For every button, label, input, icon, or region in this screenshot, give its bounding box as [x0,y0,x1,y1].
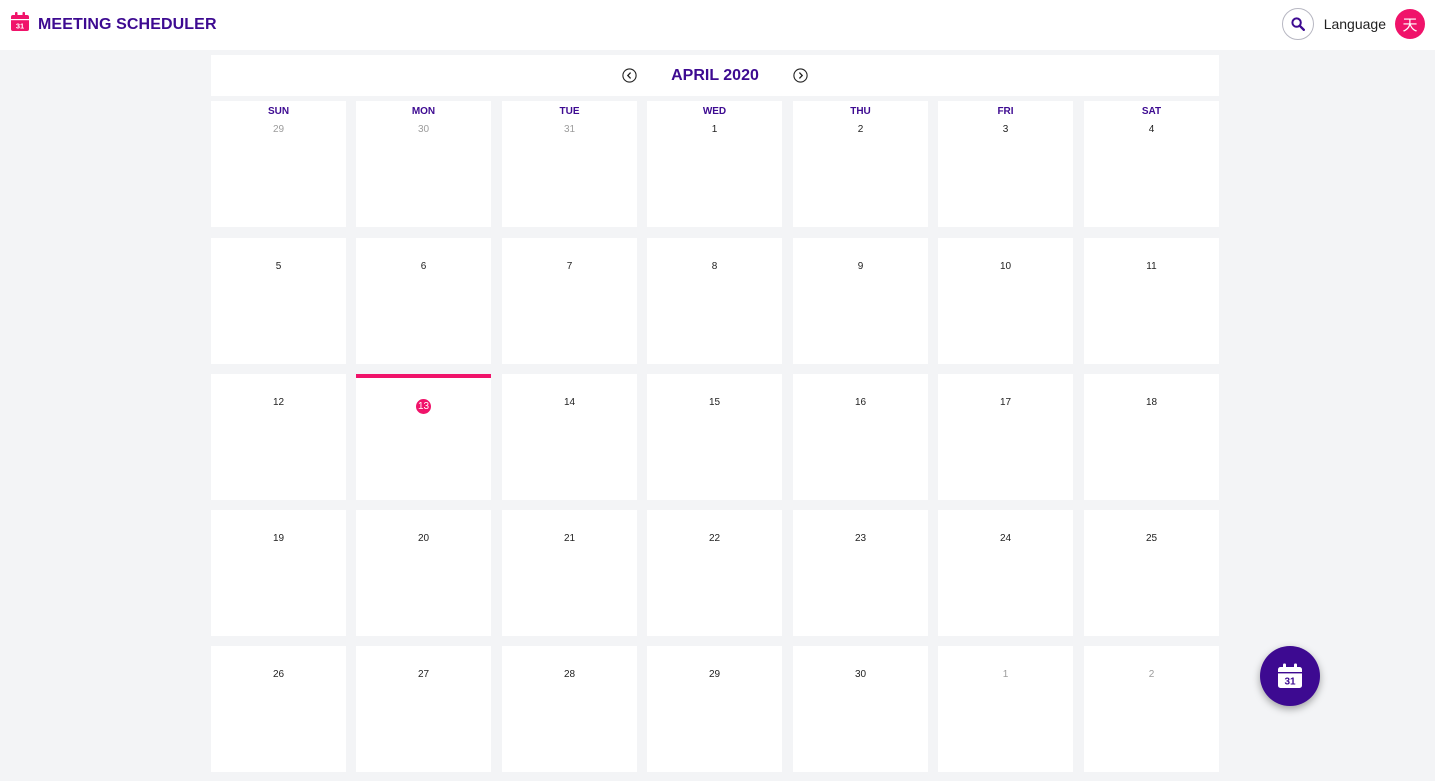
language-label: Language [1323,16,1386,32]
day-number: 17 [999,397,1012,408]
day-cell[interactable]: 15 [647,374,782,500]
day-number: 29 [708,669,721,680]
search-icon [1291,17,1305,31]
day-number: 23 [854,533,867,544]
day-cell[interactable]: 17 [938,374,1073,500]
weekday-header: WED [702,106,727,117]
day-number: 2 [857,124,864,135]
day-cell[interactable]: 6 [356,238,491,364]
previous-month-button[interactable] [622,68,637,83]
day-cell[interactable]: 23 [793,510,928,636]
day-number: 27 [417,669,430,680]
day-number: 15 [708,397,721,408]
day-number-outside-month: 30 [417,124,430,135]
day-cell[interactable]: 8 [647,238,782,364]
day-cell[interactable]: 26 [211,646,346,772]
day-number: 25 [1145,533,1158,544]
day-number: 19 [272,533,285,544]
language-button[interactable]: 天 [1395,9,1425,39]
day-number-outside-month: 2 [1148,669,1155,680]
day-number: 3 [1002,124,1009,135]
day-number: 24 [999,533,1012,544]
day-number: 26 [272,669,285,680]
weekday-header: TUE [559,106,580,117]
day-cell[interactable]: 11 [1084,238,1219,364]
next-month-button[interactable] [793,68,808,83]
search-button[interactable] [1281,8,1314,40]
brand[interactable]: 31 MEETING SCHEDULER [10,12,217,35]
day-cell[interactable]: 30 [793,646,928,772]
day-cell[interactable]: 7 [502,238,637,364]
language-glyph: 天 [1402,15,1418,34]
day-cell[interactable]: 14 [502,374,637,500]
day-cell[interactable]: 22 [647,510,782,636]
day-cell[interactable]: 1 [938,646,1073,772]
day-cell[interactable]: 28 [502,646,637,772]
weekday-header: THU [850,106,871,117]
month-title: APRIL 2020 [671,67,759,84]
day-cell[interactable]: FRI 3 [938,101,1073,227]
day-cell[interactable]: 25 [1084,510,1219,636]
day-number: 5 [275,261,282,272]
day-number: 12 [272,397,285,408]
day-number: 11 [1146,261,1157,272]
day-cell[interactable]: 18 [1084,374,1219,500]
day-cell[interactable]: 2 [1084,646,1219,772]
app-title: MEETING SCHEDULER [38,16,217,33]
brand-icon-day: 31 [16,22,24,31]
day-cell-today[interactable]: 13 [356,374,491,500]
today-badge: 13 [416,399,431,414]
day-number: 30 [854,669,867,680]
day-cell[interactable]: SUN 29 [211,101,346,227]
weekday-header: MON [411,106,436,117]
day-number: 20 [417,533,430,544]
day-number: 9 [857,261,864,272]
day-number: 1 [711,124,718,135]
day-number: 18 [1145,397,1158,408]
day-cell[interactable]: 5 [211,238,346,364]
weekday-header: FRI [997,106,1014,117]
day-cell[interactable]: 10 [938,238,1073,364]
day-number: 4 [1148,124,1155,135]
day-number-outside-month: 31 [563,124,576,135]
day-number: 6 [420,261,427,272]
day-cell[interactable]: 21 [502,510,637,636]
day-number: 16 [854,397,867,408]
day-number: 8 [711,261,718,272]
day-cell[interactable]: TUE 31 [502,101,637,227]
day-cell[interactable]: THU 2 [793,101,928,227]
day-cell[interactable]: SAT 4 [1084,101,1219,227]
day-cell[interactable]: 16 [793,374,928,500]
day-cell[interactable]: 19 [211,510,346,636]
day-cell[interactable]: 24 [938,510,1073,636]
day-number-outside-month: 1 [1002,669,1009,680]
day-number: 22 [708,533,721,544]
day-cell[interactable]: 20 [356,510,491,636]
calendar-add-icon: 31 [1278,663,1302,688]
top-right-controls: Language 天 [1281,8,1425,40]
day-number: 14 [563,397,576,408]
month-navigation: APRIL 2020 [211,55,1219,96]
day-number: 7 [566,261,573,272]
day-cell[interactable]: 12 [211,374,346,500]
day-cell[interactable]: 29 [647,646,782,772]
day-number-outside-month: 29 [272,124,285,135]
day-number: 28 [563,669,576,680]
day-cell[interactable]: 9 [793,238,928,364]
calendar-icon: 31 [11,12,29,31]
new-meeting-button[interactable]: 31 [1260,646,1320,706]
day-cell[interactable]: 27 [356,646,491,772]
fab-icon-day: 31 [1284,677,1296,688]
weekday-header: SAT [1141,106,1162,117]
day-number: 21 [563,533,576,544]
day-number: 10 [999,261,1012,272]
weekday-header: SUN [267,106,290,117]
day-cell[interactable]: MON 30 [356,101,491,227]
day-cell[interactable]: WED 1 [647,101,782,227]
top-bar: 31 MEETING SCHEDULER Language 天 [0,0,1435,50]
